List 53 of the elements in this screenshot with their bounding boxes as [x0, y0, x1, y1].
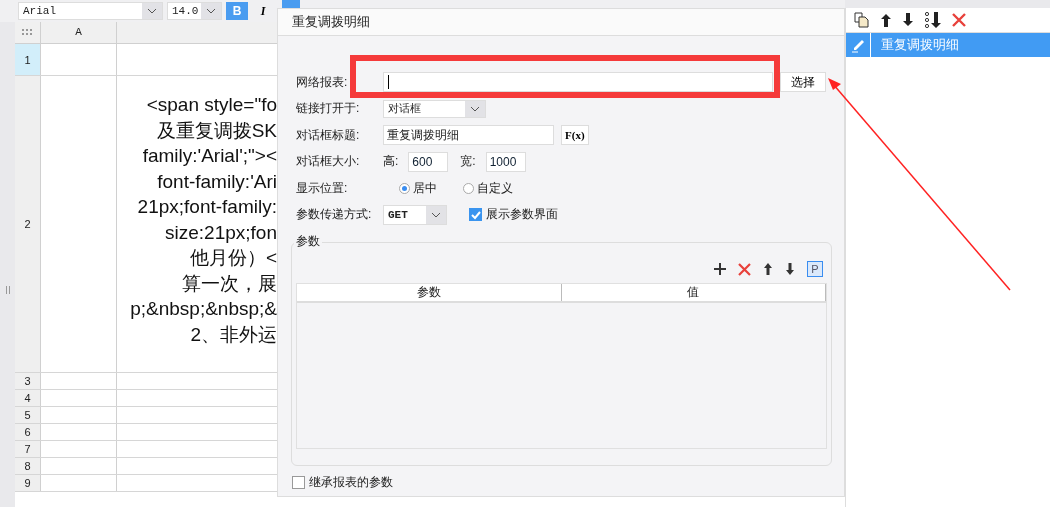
delete-icon[interactable]	[952, 13, 966, 27]
arrow-down-icon[interactable]	[902, 12, 914, 28]
field-label: 对话框大小:	[296, 153, 361, 171]
arrow-up-icon[interactable]	[763, 262, 773, 276]
panel-handle-icon[interactable]	[6, 286, 10, 294]
delete-icon[interactable]	[738, 262, 751, 276]
height-field[interactable]: 600	[408, 151, 449, 172]
row-header[interactable]: 5	[15, 407, 41, 423]
caret-icon	[201, 3, 221, 19]
field-label: 网络报表:	[296, 73, 349, 91]
caret-icon	[426, 205, 446, 224]
field-label: 链接打开于:	[296, 100, 361, 118]
report-field[interactable]	[383, 72, 773, 93]
arrow-up-icon[interactable]	[880, 12, 892, 28]
row-header[interactable]: 8	[15, 458, 41, 474]
size-dropdown[interactable]: 14.0	[167, 2, 222, 20]
cell-text: <span style="fo 及重复调拨SK family:'Arial';">< font-family:'Ari 21px;font-family: size:21px;fon 他月份）< 算一次，展 p;&nbsp;&nbsp;& 2、非外运	[129, 93, 277, 347]
row-header[interactable]: 3	[15, 373, 41, 389]
field-label: 宽:	[460, 153, 476, 171]
title-field[interactable]: 重复调拨明细	[383, 125, 554, 146]
field-label: 对话框标题:	[296, 126, 361, 144]
column-header: 参数	[297, 284, 562, 301]
field-label: 显示位置:	[296, 179, 349, 197]
open-in-dropdown[interactable]: 对话框	[383, 99, 486, 118]
row-header[interactable]: 6	[15, 424, 41, 440]
row-header[interactable]: 9	[15, 475, 41, 491]
formula-button[interactable]: F(x)	[561, 125, 589, 146]
panel-title: 参数	[294, 233, 322, 250]
row-header[interactable]: 7	[15, 441, 41, 457]
row-header[interactable]: 1	[15, 44, 41, 75]
column-header: 值	[561, 284, 826, 301]
row-header[interactable]: 2	[15, 76, 41, 372]
radio-option[interactable]: 居中	[399, 179, 437, 197]
select-button[interactable]: 选择	[780, 72, 826, 93]
parameter-button[interactable]: P	[807, 261, 823, 277]
format-button[interactable]: I	[252, 2, 274, 20]
copy-icon[interactable]	[854, 12, 870, 28]
column-header[interactable]: A	[41, 22, 117, 43]
add-icon[interactable]	[714, 263, 726, 275]
dialog-title: 重复调拨明细	[278, 9, 844, 36]
font-dropdown[interactable]: Arial	[18, 2, 163, 20]
width-field[interactable]: 1000	[485, 151, 526, 172]
caret-icon	[465, 100, 485, 117]
radio-option[interactable]: 自定义	[463, 179, 513, 197]
row-header[interactable]: 4	[15, 390, 41, 406]
move-to-bottom-icon[interactable]	[924, 11, 942, 29]
checkbox-option[interactable]: 展示参数界面	[469, 206, 558, 224]
field-label: 参数传递方式:	[296, 206, 373, 224]
field-label: 高:	[383, 153, 399, 171]
caret-icon	[142, 3, 162, 19]
method-dropdown[interactable]: GET	[383, 204, 447, 225]
checkbox-option[interactable]: 继承报表的参数	[292, 474, 844, 491]
arrow-down-icon[interactable]	[785, 262, 795, 276]
